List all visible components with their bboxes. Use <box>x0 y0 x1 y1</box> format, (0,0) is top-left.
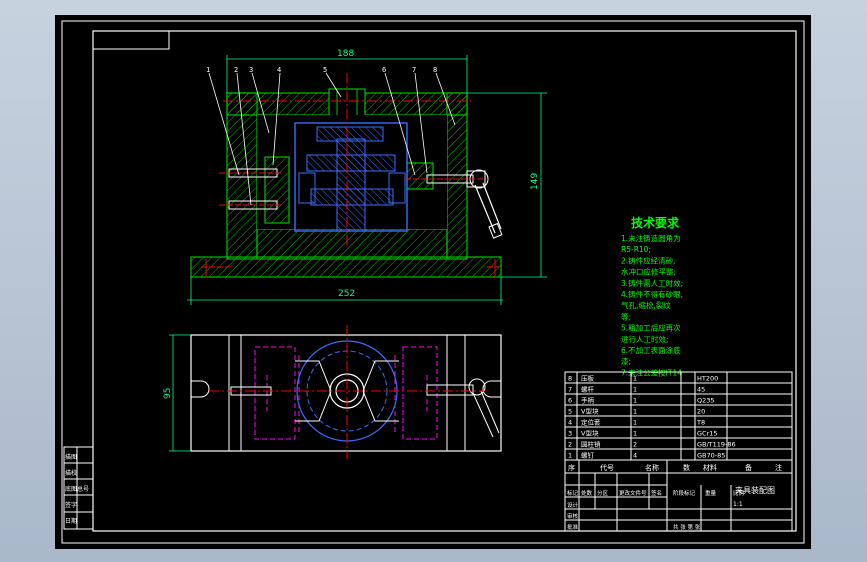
cavity-floor <box>256 228 448 260</box>
bom-cell-qty: 1 <box>633 430 637 438</box>
tb-drawing-title: 夹具装配图 <box>735 485 775 495</box>
tech-requirements: 技术要求 1.未注铸造圆角为 R5-R10;2.铸件应经清砂, 水冲口应修平整;3.… <box>621 215 683 377</box>
bom-cell-qty: 1 <box>633 386 637 394</box>
bom-table: 8 压板 1 HT200 7 螺杆 1 45 6 手柄 1 Q235 5 V型块 1 20 4 定位套 1 T8 3 V型… <box>564 371 793 472</box>
dim-top-width: 188 <box>337 49 354 59</box>
bom-cell-qty: 1 <box>633 375 637 383</box>
tb-sheet: 共 张 第 张 <box>673 523 701 531</box>
right-v-block <box>406 162 434 190</box>
callout-6: 6 <box>382 66 386 74</box>
bom-cell-no: 7 <box>568 386 572 394</box>
tb-sign: 签名 <box>651 489 662 497</box>
tech-line: 4.铸件不得有砂眼, <box>621 289 683 299</box>
bom-cell-no: 5 <box>568 408 572 416</box>
bom-cell-no: 8 <box>568 375 572 383</box>
bom-cell-qty: 1 <box>633 419 637 427</box>
bom-cell-name: 螺钉 <box>581 451 595 460</box>
tb-weight: 重量 <box>705 489 717 497</box>
bom-cell-name: V型块 <box>581 429 599 438</box>
bom-cell-material: GCr15 <box>697 430 718 438</box>
bom-header-cell: 注 <box>775 463 782 472</box>
plan-outline <box>190 334 502 452</box>
bom-cell-qty: 2 <box>633 441 637 449</box>
bom-cell-qty: 1 <box>633 408 637 416</box>
corner-box <box>92 30 170 50</box>
tech-line: 水冲口应修平整; <box>621 267 676 277</box>
front-section-view[interactable]: 1 2 3 4 5 6 7 8 188 149 252 <box>187 49 547 305</box>
tb-scale-value: 1:1 <box>733 501 743 508</box>
callout-1: 1 <box>206 66 210 74</box>
viewport: 描图 描校 底图总号 签字 日期 1 2 3 4 5 6 7 8 188 149… <box>0 0 867 562</box>
tech-line: 漆; <box>621 356 631 366</box>
bom-cell-name: V型块 <box>581 407 599 416</box>
tb-check: 审核 <box>567 512 579 520</box>
tb-approve: 批准 <box>567 523 579 531</box>
bom-header-cell: 名称 <box>645 463 659 472</box>
tb-design: 设计 <box>567 501 579 509</box>
tech-line: 5.粗加工后应再次 <box>621 323 681 333</box>
drawing-sheet[interactable]: 描图 描校 底图总号 签字 日期 1 2 3 4 5 6 7 8 188 149… <box>55 15 811 549</box>
bom-header-cell: 代号 <box>600 463 614 472</box>
bom-cell-name: 圆柱销 <box>581 440 601 449</box>
tech-title: 技术要求 <box>631 215 680 230</box>
strip-label-2: 底图总号 <box>65 485 89 493</box>
bom-cell-no: 2 <box>568 441 572 449</box>
bom-cell-qty: 1 <box>633 397 637 405</box>
strip-label-4: 日期 <box>65 517 77 525</box>
tech-line: 1.未注铸造圆角为 <box>621 233 681 243</box>
tech-line: 3.铸件需人工时效; <box>621 278 683 288</box>
bom-cell-material: HT200 <box>697 375 718 383</box>
cad-drawing: 描图 描校 底图总号 签字 日期 1 2 3 4 5 6 7 8 188 149… <box>61 20 805 544</box>
bom-cell-name: 定位套 <box>581 418 601 427</box>
bom-cell-name: 螺杆 <box>581 385 595 394</box>
bom-cell-no: 6 <box>568 397 572 405</box>
dim-base-width: 252 <box>338 289 355 299</box>
strip-label-3: 签字 <box>65 501 77 509</box>
bom-cell-material: 45 <box>697 386 705 394</box>
bom-cell-name: 手柄 <box>581 396 595 405</box>
strip-label-0: 描图 <box>65 453 77 461</box>
bom-header-cell: 数 <box>683 463 690 472</box>
bom-cell-qty: 4 <box>633 452 637 460</box>
bom-cell-name: 压板 <box>581 374 595 383</box>
strip-label-1: 描校 <box>65 469 77 477</box>
tech-line: R5-R10; <box>621 245 651 254</box>
bom-cell-no: 4 <box>568 419 572 427</box>
tb-count: 处数 <box>581 489 593 497</box>
tech-line: 2.铸件应经清砂, <box>621 255 676 265</box>
callout-2: 2 <box>234 66 238 74</box>
tech-line: 6.不加工表面涂底 <box>621 345 681 355</box>
tb-zone: 分区 <box>597 489 609 497</box>
bom-cell-material: T8 <box>696 419 705 427</box>
tb-stage: 阶段标记 <box>673 489 696 497</box>
left-v-block <box>264 156 290 224</box>
bom-cell-no: 3 <box>568 430 572 438</box>
tech-line: 气孔,缩松,裂纹 <box>621 300 671 310</box>
tech-line: 等; <box>621 311 631 321</box>
callout-7: 7 <box>412 66 416 74</box>
bom-cell-material: GB/T119-86 <box>697 441 736 449</box>
base-plate <box>190 256 502 278</box>
plan-view[interactable]: 95 <box>163 325 502 459</box>
bom-cell-material: GB70-85 <box>697 452 725 460</box>
right-column <box>446 92 468 260</box>
bom-cell-material: 20 <box>697 408 705 416</box>
callout-5: 5 <box>323 66 327 74</box>
tech-line: 进行人工时效; <box>621 334 669 344</box>
dim-plan-depth: 95 <box>163 388 173 399</box>
callout-3: 3 <box>249 66 253 74</box>
bom-header-cell: 材料 <box>703 463 717 472</box>
bom-cell-material: Q235 <box>697 397 715 405</box>
callout-4: 4 <box>277 66 281 74</box>
bom-header-cell: 备 <box>745 463 752 472</box>
hidden-lines <box>254 346 438 440</box>
tb-mark: 标记 <box>567 489 579 497</box>
left-strip: 描图 描校 底图总号 签字 日期 <box>63 446 94 530</box>
bom-header-cell: 序 <box>568 463 575 472</box>
tb-change: 更改文件号 <box>619 489 647 497</box>
dim-height: 149 <box>530 173 540 190</box>
bom-cell-no: 1 <box>568 452 572 460</box>
callout-8: 8 <box>433 66 437 74</box>
